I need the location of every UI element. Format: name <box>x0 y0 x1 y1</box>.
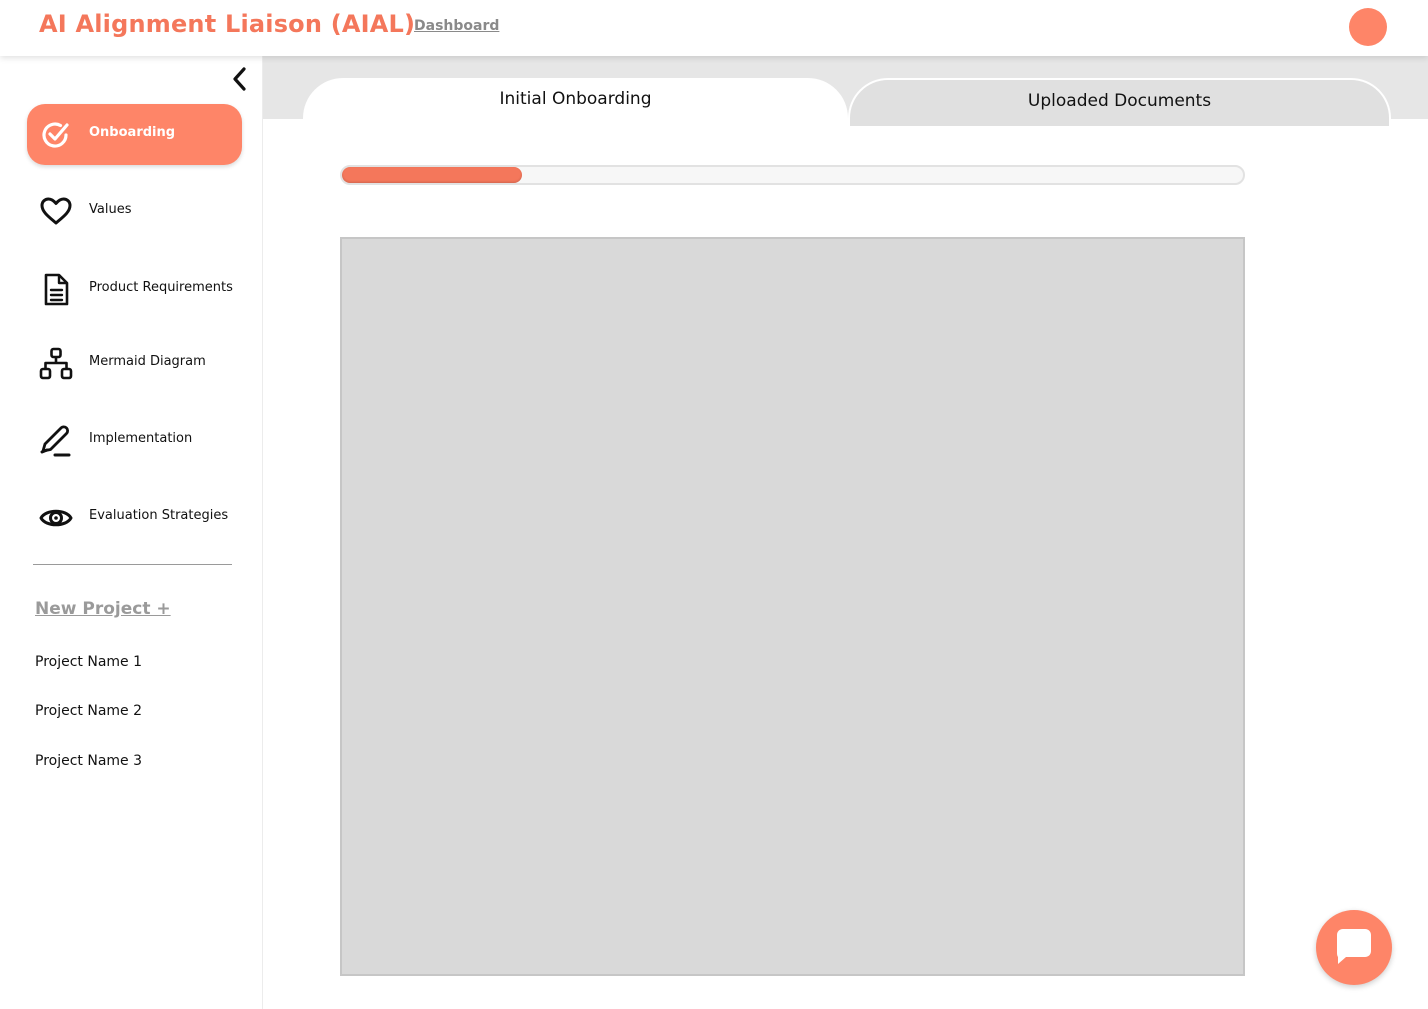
project-item[interactable]: Project Name 1 <box>35 654 142 670</box>
progress-bar <box>340 165 1245 185</box>
sidebar-divider <box>33 564 232 565</box>
project-item[interactable]: Project Name 2 <box>35 703 142 719</box>
check-circle-icon <box>42 122 69 148</box>
app-title: AI Alignment Liaison (AIAL) <box>39 10 416 38</box>
sidebar-item-label: Evaluation Strategies <box>89 508 229 523</box>
chat-button[interactable] <box>1316 910 1392 985</box>
sidebar-item-product-requirements[interactable]: Product Requirements <box>27 259 242 320</box>
main-content: Uploaded Documents Initial Onboarding <box>263 56 1428 1009</box>
heart-icon <box>40 197 72 225</box>
tab-label: Initial Onboarding <box>499 89 652 109</box>
progress-fill <box>342 167 522 183</box>
pen-icon <box>40 425 71 457</box>
sidebar-item-mermaid-diagram[interactable]: Mermaid Diagram <box>27 333 242 394</box>
sidebar-item-implementation[interactable]: Implementation <box>27 410 242 471</box>
sidebar: Onboarding Values Product Requirements M… <box>0 56 263 1009</box>
collapse-sidebar-button[interactable] <box>229 66 251 92</box>
dashboard-link[interactable]: Dashboard <box>414 18 499 34</box>
tab-initial-onboarding[interactable]: Initial Onboarding <box>303 78 848 126</box>
chevron-left-icon <box>233 67 246 91</box>
top-header: AI Alignment Liaison (AIAL) Dashboard <box>0 0 1428 56</box>
sidebar-item-label: Values <box>89 202 132 217</box>
tab-uploaded-documents[interactable]: Uploaded Documents <box>848 78 1391 126</box>
chat-bubble-icon <box>1337 929 1371 964</box>
content-panel <box>340 237 1245 976</box>
sidebar-item-label: Product Requirements <box>89 280 233 295</box>
tab-label: Uploaded Documents <box>1027 91 1212 111</box>
sidebar-item-values[interactable]: Values <box>27 181 242 242</box>
eye-icon <box>39 509 73 527</box>
sidebar-item-label: Onboarding <box>89 125 176 140</box>
project-item[interactable]: Project Name 3 <box>35 753 142 769</box>
sidebar-item-label: Implementation <box>89 431 193 446</box>
sidebar-item-onboarding[interactable]: Onboarding <box>27 104 242 165</box>
sidebar-item-label: Mermaid Diagram <box>89 354 206 369</box>
new-project-link[interactable]: New Project + <box>35 599 171 619</box>
user-avatar[interactable] <box>1349 8 1387 46</box>
document-icon <box>44 273 69 306</box>
hierarchy-icon <box>39 347 73 380</box>
sidebar-item-evaluation-strategies[interactable]: Evaluation Strategies <box>27 487 242 548</box>
